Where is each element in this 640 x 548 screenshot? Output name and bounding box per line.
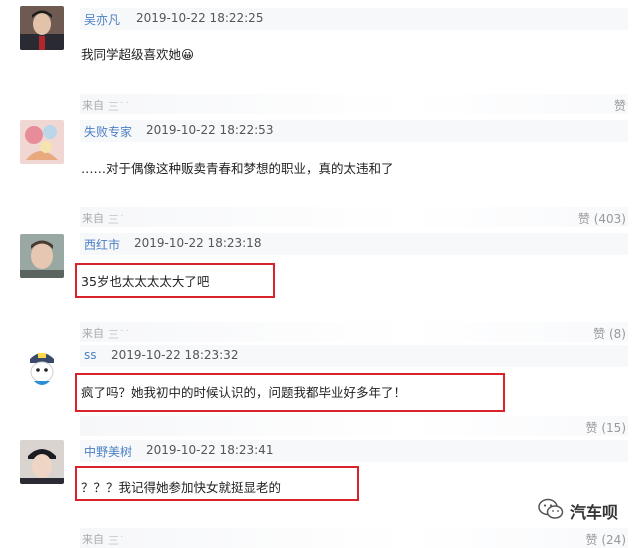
comment-meta: 西红市 2019-10-22 18:23:18 [80,233,628,255]
avatar[interactable] [20,234,64,278]
comment-footer: 来自 三 ̇ 赞 (24) [80,528,628,548]
comment-footer: 来自 三 ̇ ̇ 赞 (8) [80,322,628,342]
avatar[interactable] [20,440,64,484]
comment-text: 我同学超级喜欢她😀 [81,47,195,62]
user-name[interactable]: 吴亦凡 [84,11,120,28]
user-name[interactable]: ss [84,348,97,362]
comment-meta: ss 2019-10-22 18:23:32 [80,345,628,367]
comment-time: 2019-10-22 18:22:25 [136,11,264,25]
avatar[interactable] [20,345,64,389]
user-name[interactable]: 中野美树 [84,443,132,460]
watermark: 汽车呗 [538,498,618,524]
source-client: 三 ̇ [108,534,127,547]
comment-footer: 赞 (15) [80,416,628,436]
comment-meta: 吴亦凡 2019-10-22 18:22:25 [80,8,628,30]
comment-footer: 来自 三 ̇ 赞 (403) [80,207,628,227]
user-name[interactable]: 西红市 [84,236,120,253]
like-button[interactable]: 赞 (24) [586,531,626,548]
like-button[interactable]: 赞 [614,97,626,114]
source-label: 来自 [82,99,104,112]
user-name[interactable]: 失败专家 [84,123,132,140]
comment-time: 2019-10-22 18:23:18 [134,236,262,250]
highlight-box [75,373,505,412]
source-label: 来自 [82,533,104,546]
like-button[interactable]: 赞 (403) [578,210,626,227]
source-label: 来自 [82,327,104,340]
source-client: 三 ̇ [108,213,127,226]
highlight-box [75,263,275,298]
source-label: 来自 [82,212,104,225]
wechat-logo-icon [538,498,564,524]
comment-meta: 中野美树 2019-10-22 18:23:41 [80,440,628,462]
comment-meta: 失败专家 2019-10-22 18:22:53 [80,120,628,142]
avatar[interactable] [20,6,64,50]
comment-text: ……对于偶像这种贩卖青春和梦想的职业，真的太违和了 [81,161,394,176]
comment-time: 2019-10-22 18:23:32 [111,348,239,362]
source-client: 三 ̇ ̇ [108,328,132,341]
comment-time: 2019-10-22 18:23:41 [146,443,274,457]
highlight-box [75,466,359,501]
comment-footer: 来自 三 ̇ ̇ 赞 [80,94,628,114]
like-button[interactable]: 赞 (8) [593,325,626,342]
watermark-text: 汽车呗 [569,503,618,522]
comment-time: 2019-10-22 18:22:53 [146,123,274,137]
source-client: 三 ̇ ̇ [108,100,132,113]
avatar[interactable] [20,120,64,164]
like-button[interactable]: 赞 (15) [586,419,626,436]
